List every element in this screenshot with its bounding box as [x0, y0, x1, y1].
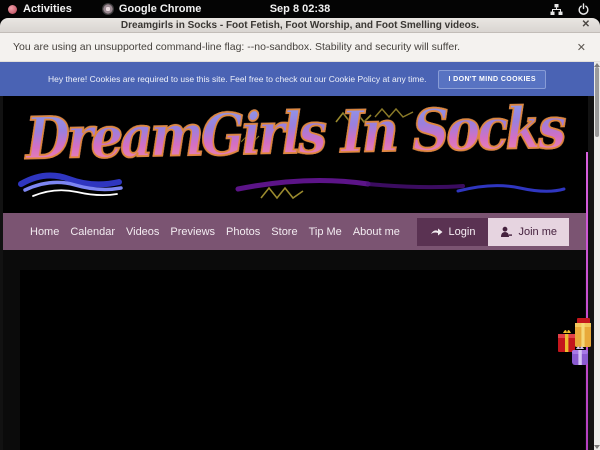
nav-item-photos[interactable]: Photos	[226, 226, 260, 238]
focused-app-label: Google Chrome	[119, 3, 202, 15]
infobar-close-icon[interactable]: ✕	[577, 41, 586, 54]
window-titlebar[interactable]: Dreamgirls in Socks - Foot Fetish, Foot …	[0, 18, 600, 33]
login-button[interactable]: Login	[417, 218, 489, 246]
power-icon[interactable]	[577, 3, 590, 16]
nav-item-aboutme[interactable]: About me	[353, 226, 400, 238]
video-content-area[interactable]	[20, 270, 585, 450]
nav-item-home[interactable]: Home	[30, 226, 59, 238]
cookie-message: Hey there! Cookies are required to use t…	[48, 74, 426, 84]
join-me-label: Join me	[518, 226, 557, 238]
gnome-top-bar: Activities Google Chrome Sep 8 02:38	[0, 0, 600, 18]
login-label: Login	[449, 226, 476, 238]
site-navbar: Home Calendar Videos Previews Photos Sto…	[3, 213, 586, 250]
site-logo[interactable]: DreamGirls In Socks	[3, 96, 586, 174]
nav-items: Home Calendar Videos Previews Photos Sto…	[3, 226, 400, 238]
nav-item-previews[interactable]: Previews	[170, 226, 215, 238]
content-accent-border	[586, 152, 588, 450]
scrollbar-thumb[interactable]	[595, 67, 599, 137]
nav-actions: Login Join me	[417, 218, 586, 246]
window-close-icon[interactable]: ✕	[582, 19, 590, 30]
gift-boxes-icon[interactable]	[556, 314, 594, 370]
scrollbar-down-icon[interactable]	[594, 445, 600, 449]
nav-item-videos[interactable]: Videos	[126, 226, 159, 238]
cookie-accept-button[interactable]: I DON'T MIND COOKIES	[438, 70, 545, 89]
infobar-message: You are using an unsupported command-lin…	[0, 41, 460, 53]
activities-button[interactable]: Activities	[23, 3, 72, 15]
nav-item-calendar[interactable]: Calendar	[70, 226, 115, 238]
join-me-button[interactable]: Join me	[488, 218, 569, 246]
activities-indicator-icon	[8, 5, 17, 14]
nav-item-tipme[interactable]: Tip Me	[309, 226, 342, 238]
window-title: Dreamgirls in Socks - Foot Fetish, Foot …	[121, 20, 479, 31]
chrome-app-icon	[102, 3, 114, 15]
login-arrow-icon	[430, 227, 443, 237]
chrome-infobar: You are using an unsupported command-lin…	[0, 33, 600, 62]
page-scrollbar[interactable]	[594, 62, 600, 450]
site-header: DreamGirls In Socks	[3, 96, 586, 213]
add-user-icon	[500, 226, 512, 238]
network-icon[interactable]	[550, 3, 563, 16]
focused-app-menu[interactable]: Google Chrome	[102, 3, 202, 15]
cookie-banner: Hey there! Cookies are required to use t…	[0, 62, 594, 96]
nav-item-store[interactable]: Store	[271, 226, 297, 238]
